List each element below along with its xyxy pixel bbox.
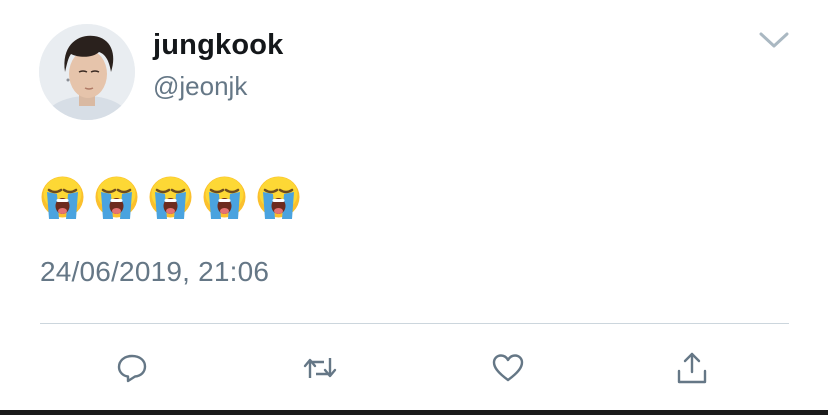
retweet-button[interactable] — [302, 350, 338, 386]
tweet-text — [40, 175, 301, 219]
heart-icon — [492, 354, 524, 382]
screen-bottom-edge — [0, 410, 828, 415]
loudly-crying-face-icon — [41, 176, 84, 219]
reply-button[interactable] — [114, 350, 150, 386]
like-button[interactable] — [490, 350, 526, 386]
share-button[interactable] — [674, 350, 710, 386]
share-icon — [677, 352, 707, 384]
loudly-crying-face-icon — [95, 176, 138, 219]
loudly-crying-face-icon — [257, 176, 300, 219]
display-name[interactable]: jungkook — [153, 28, 284, 62]
chevron-down-icon — [759, 32, 789, 48]
tweet-menu-button[interactable] — [756, 28, 792, 52]
loudly-crying-face-icon — [149, 176, 192, 219]
loudly-crying-face-icon — [203, 176, 246, 219]
user-handle[interactable]: @jeonjk — [153, 71, 247, 101]
profile-photo — [39, 24, 135, 120]
avatar[interactable] — [39, 24, 135, 120]
divider — [40, 323, 789, 324]
retweet-icon — [303, 358, 337, 378]
tweet-timestamp[interactable]: 24/06/2019, 21:06 — [40, 255, 269, 289]
reply-icon — [117, 354, 147, 383]
